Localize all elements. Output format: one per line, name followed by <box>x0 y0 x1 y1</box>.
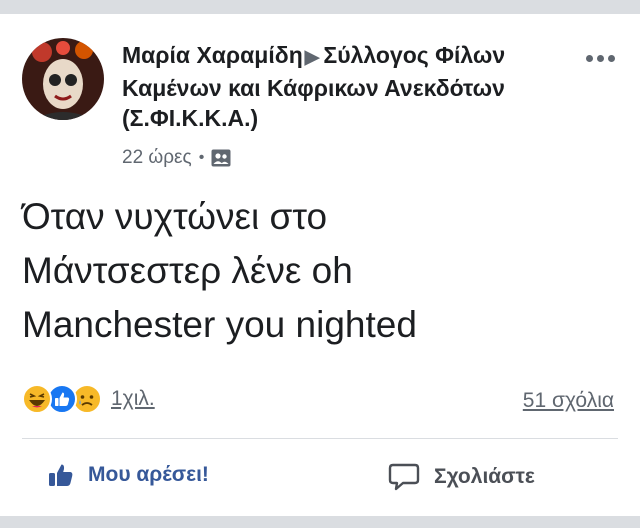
dot <box>585 54 593 62</box>
group-members-icon <box>211 149 231 167</box>
dot <box>596 54 604 62</box>
comment-button-label: Σχολιάστε <box>434 465 535 488</box>
meta-separator: • <box>198 149 205 166</box>
post-text-line: Manchester you nighted <box>22 304 417 345</box>
author-avatar[interactable] <box>22 38 104 120</box>
bottom-separator-band <box>0 516 640 528</box>
post-body: Όταν νυχτώνει στο Μάντσεστερ λένε oh Man… <box>22 190 622 352</box>
thumbs-up-icon <box>48 462 88 488</box>
more-options-icon[interactable] <box>580 48 620 68</box>
top-separator-band <box>0 0 640 14</box>
post-header: Μαρία Χαραμίδη ▶ Σύλλογος Φίλων Καμένων κα… <box>122 40 562 133</box>
speech-bubble-icon <box>388 462 434 492</box>
like-button[interactable]: Μου αρέσει! <box>48 462 209 488</box>
like-button-label: Μου αρέσει! <box>88 463 209 486</box>
reaction-count[interactable]: 1χιλ. <box>111 387 155 411</box>
comment-count-link[interactable]: 51 σχόλια <box>523 389 614 413</box>
haha-reaction-icon <box>22 384 52 414</box>
author-name[interactable]: Μαρία Χαραμίδη <box>122 42 303 68</box>
post-text-line: Μάντσεστερ λένε oh <box>22 250 353 291</box>
comment-button[interactable]: Σχολιάστε <box>388 462 535 492</box>
post-meta: 22 ώρες • <box>122 147 231 169</box>
post-text-line: Όταν νυχτώνει στο <box>22 196 328 237</box>
action-divider <box>22 438 618 439</box>
reactions-summary[interactable]: 1χιλ. <box>22 384 155 414</box>
dot <box>607 54 615 62</box>
shared-to-arrow-icon: ▶ <box>304 47 320 68</box>
post-timestamp[interactable]: 22 ώρες <box>122 147 192 169</box>
